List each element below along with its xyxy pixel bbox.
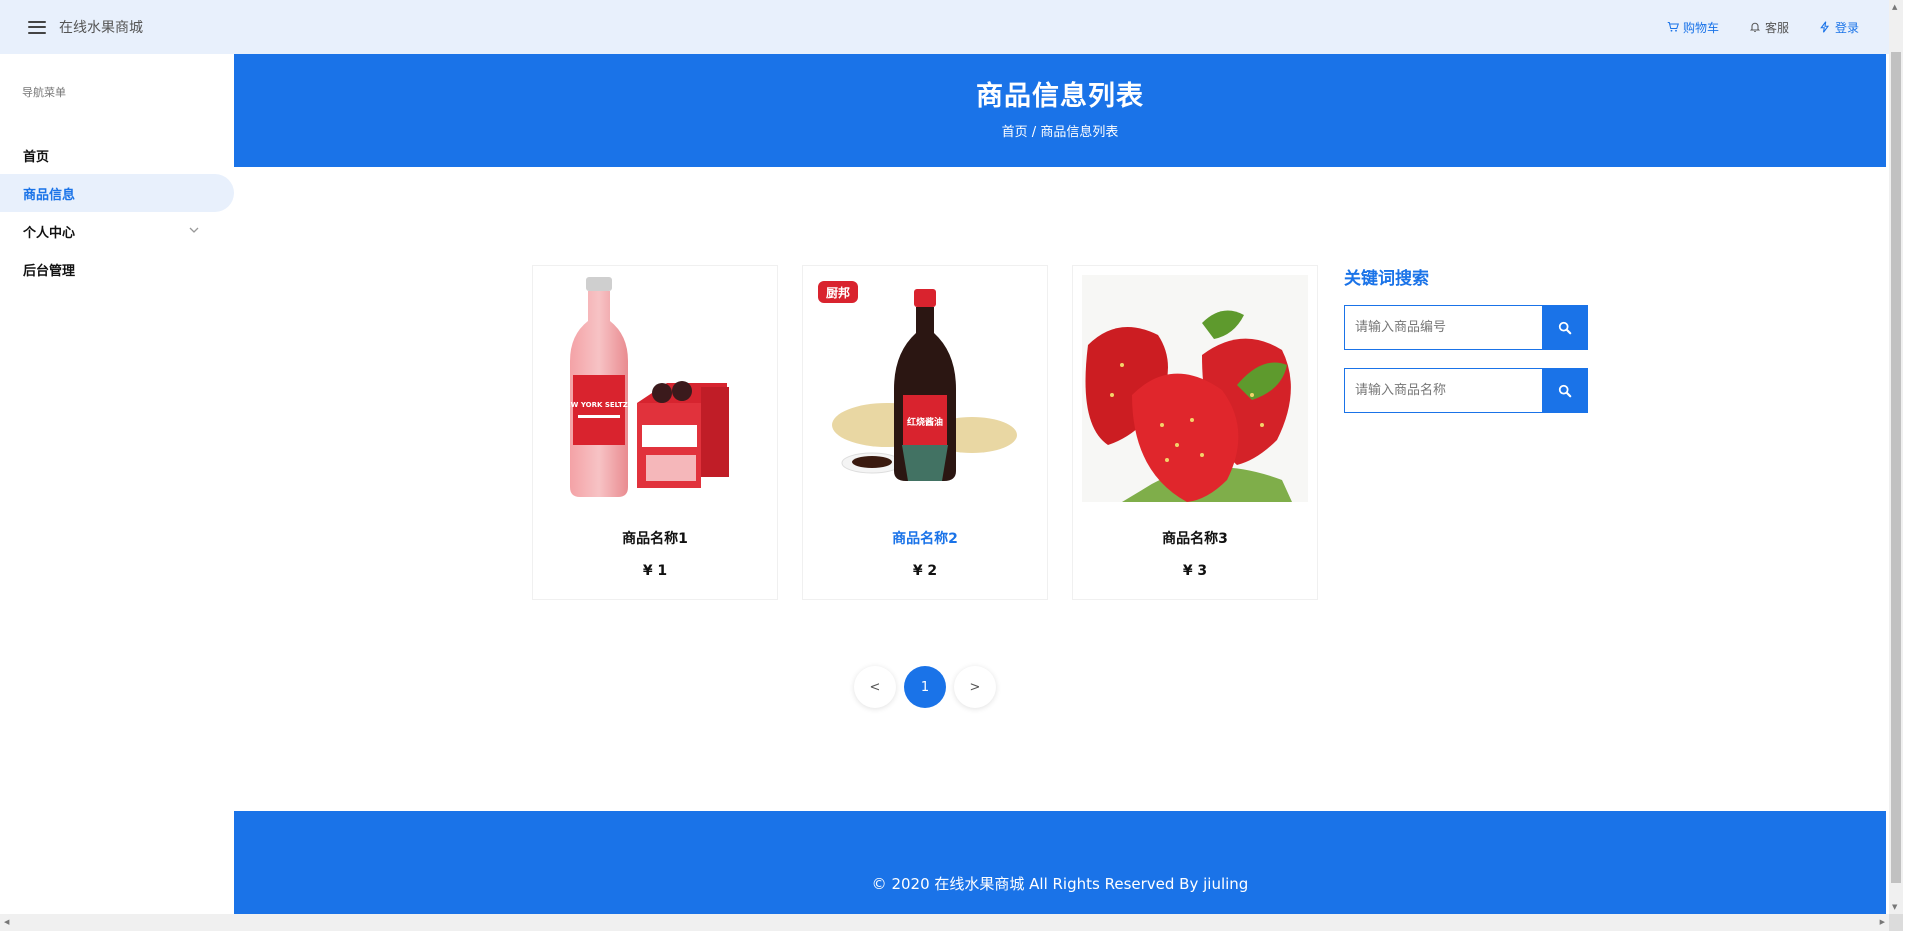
copyright-text: © 2020 在线水果商城 All Rights Reserved By jiu…	[871, 875, 1249, 893]
search-by-name	[1344, 368, 1588, 413]
product-code-input[interactable]	[1344, 305, 1542, 350]
page-header-banner: 商品信息列表 首页 / 商品信息列表	[234, 54, 1886, 167]
top-bar: 在线水果商城 购物车 客服 登录	[0, 0, 1889, 54]
soda-bottle-image: NEW YORK SELTZER	[542, 275, 768, 502]
bell-icon	[1749, 22, 1760, 33]
breadcrumb-separator: /	[1027, 125, 1041, 140]
horizontal-scrollbar[interactable]: ◀ ▶	[0, 914, 1889, 931]
cart-link[interactable]: 购物车	[1667, 19, 1719, 36]
customer-service-label: 客服	[1764, 20, 1789, 35]
vertical-scroll-thumb[interactable]	[1891, 52, 1901, 883]
product-price: ¥ 2	[912, 563, 938, 579]
lightning-icon	[1820, 21, 1830, 33]
product-card[interactable]: 商品名称3 ¥ 3	[1072, 265, 1318, 600]
strawberries-image	[1082, 275, 1308, 502]
login-link-label: 登录	[1834, 20, 1859, 35]
search-by-code	[1344, 305, 1588, 350]
product-price: ¥ 1	[642, 563, 668, 579]
search-title: 关键词搜索	[1344, 269, 1429, 289]
top-links: 购物车 客服 登录	[1667, 0, 1859, 54]
product-card[interactable]: NEW YORK SELTZER 商品名称1 ¥ 1	[532, 265, 778, 600]
svg-text:NEW YORK SELTZER: NEW YORK SELTZER	[560, 401, 639, 409]
sidebar-item-label: 个人中心	[23, 225, 76, 241]
window-edge	[1903, 0, 1920, 931]
scroll-right-arrow-icon[interactable]: ▶	[1880, 918, 1885, 926]
search-code-button[interactable]	[1542, 305, 1588, 350]
product-price: ¥ 3	[1182, 563, 1208, 579]
scroll-left-arrow-icon[interactable]: ◀	[4, 918, 9, 926]
product-name[interactable]: 商品名称1	[533, 528, 777, 548]
scroll-up-arrow-icon[interactable]: ▲	[1892, 3, 1897, 11]
page-number-button[interactable]: 1	[904, 666, 946, 708]
prev-page-button[interactable]: <	[854, 666, 896, 708]
breadcrumb-current: 商品信息列表	[1040, 125, 1119, 140]
sidebar-item-label: 商品信息	[23, 187, 76, 203]
customer-service-link[interactable]: 客服	[1749, 19, 1789, 36]
pagination: < 1 >	[854, 666, 996, 708]
search-name-button[interactable]	[1542, 368, 1588, 413]
product-name-input[interactable]	[1344, 368, 1542, 413]
cart-link-label: 购物车	[1682, 20, 1719, 35]
product-name[interactable]: 商品名称3	[1073, 528, 1317, 548]
chevron-down-icon	[189, 227, 199, 233]
menu-toggle-icon[interactable]	[28, 20, 46, 34]
soy-sauce-bottle-image: 厨邦 红烧酱油	[812, 275, 1038, 502]
keyword-search-panel: 关键词搜索	[1344, 264, 1588, 413]
product-list: NEW YORK SELTZER 商品名称1 ¥ 1 厨邦 红烧酱油 商品名称2…	[532, 265, 1318, 600]
sidebar-item-admin[interactable]: 后台管理	[0, 250, 234, 288]
product-name[interactable]: 商品名称2	[803, 528, 1047, 548]
svg-text:红烧酱油: 红烧酱油	[907, 416, 943, 428]
footer: © 2020 在线水果商城 All Rights Reserved By jiu…	[234, 811, 1886, 914]
search-icon	[1558, 321, 1572, 334]
scroll-down-arrow-icon[interactable]: ▼	[1892, 903, 1897, 911]
sidebar-item-label: 首页	[23, 149, 50, 165]
product-card[interactable]: 厨邦 红烧酱油 商品名称2 ¥ 2	[802, 265, 1048, 600]
sidebar: 导航菜单 首页 商品信息 个人中心 后台管理	[0, 54, 234, 914]
next-page-button[interactable]: >	[954, 666, 996, 708]
page-title: 商品信息列表	[976, 81, 1144, 112]
search-icon	[1558, 384, 1572, 397]
sidebar-item-home[interactable]: 首页	[0, 136, 234, 174]
nav-heading: 导航菜单	[22, 86, 66, 99]
svg-text:厨邦: 厨邦	[826, 285, 850, 300]
scrollbar-corner	[1889, 914, 1903, 931]
sidebar-item-personal-center[interactable]: 个人中心	[0, 212, 234, 250]
cart-icon	[1667, 21, 1679, 32]
vertical-scrollbar[interactable]: ▲ ▼	[1889, 0, 1903, 914]
sidebar-item-label: 后台管理	[23, 263, 76, 279]
breadcrumb: 首页 / 商品信息列表	[234, 121, 1886, 140]
site-title: 在线水果商城	[59, 20, 143, 36]
sidebar-item-products[interactable]: 商品信息	[0, 174, 234, 212]
login-link[interactable]: 登录	[1819, 19, 1859, 36]
breadcrumb-home[interactable]: 首页	[1002, 125, 1028, 140]
